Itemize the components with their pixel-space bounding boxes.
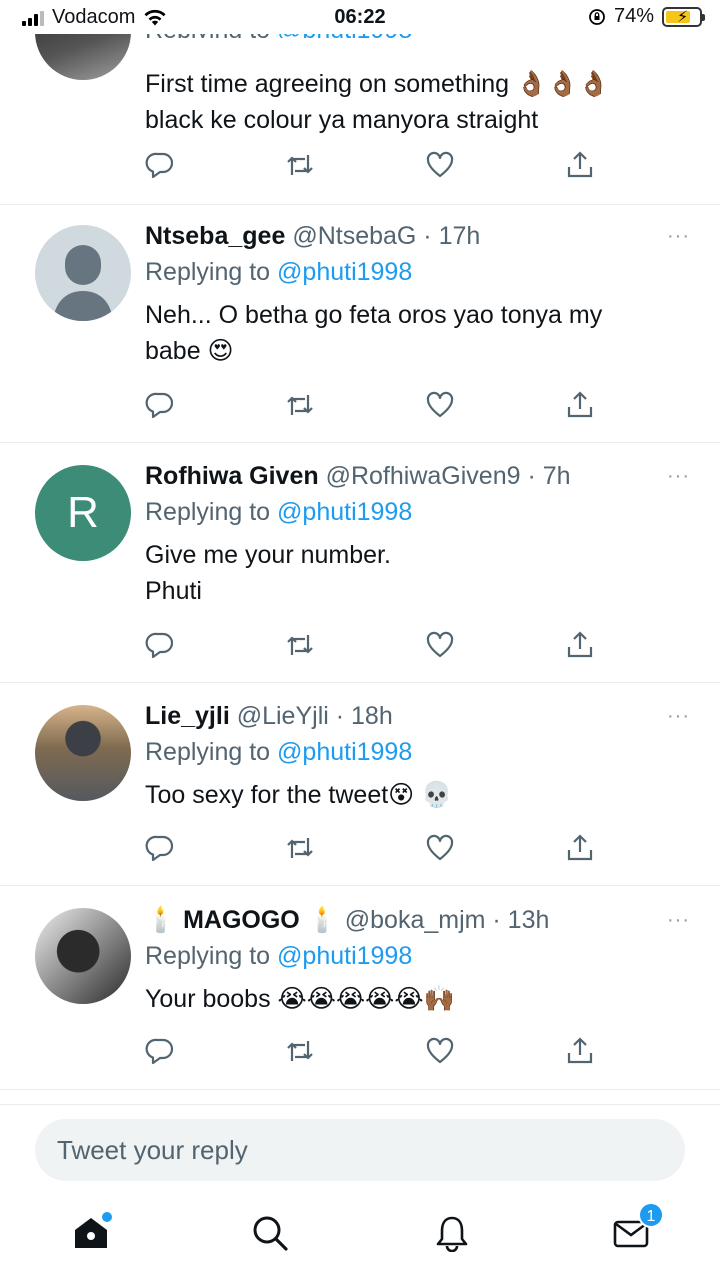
- replying-to: Replying to @phuti1998: [145, 258, 413, 286]
- user-handle[interactable]: @RofhiwaGiven9: [326, 462, 521, 490]
- battery-group: 74% ⚡: [588, 5, 705, 28]
- tweet-text-line: Phuti: [145, 577, 202, 605]
- divider: [0, 1104, 720, 1105]
- reply-icon[interactable]: [145, 630, 177, 662]
- tweet-text-line: black ke colour ya manyora straight: [145, 106, 539, 134]
- battery-percent: 74%: [613, 5, 654, 27]
- more-options-icon[interactable]: ···: [667, 459, 690, 493]
- user-handle[interactable]: @NtsebaG: [292, 222, 416, 250]
- tweet-reply[interactable]: Ntseba_gee @NtsebaG · 17h ··· Replying t…: [0, 205, 720, 443]
- share-icon[interactable]: [565, 1036, 597, 1068]
- bottom-tab-bar: 1: [0, 1200, 720, 1280]
- tweet-text-line: Your boobs 😭😭😭😭😭🙌🏾: [145, 985, 455, 1013]
- reply-icon[interactable]: [145, 150, 177, 182]
- tweet-header: Lie_yjli @LieYjli · 18h ···: [145, 699, 690, 733]
- unread-dot: [102, 1212, 112, 1222]
- reply-input[interactable]: [35, 1119, 685, 1181]
- tweet-text-line: First time agreeing on something 👌🏾👌🏾👌🏾: [145, 70, 610, 98]
- display-name[interactable]: Rofhiwa Given: [145, 462, 319, 490]
- tweet-reply[interactable]: 🕯️ MAGOGO 🕯️ @boka_mjm · 13h ··· Replyin…: [0, 886, 720, 1090]
- retweet-icon[interactable]: [285, 150, 317, 182]
- more-options-icon[interactable]: ···: [667, 903, 690, 937]
- envelope-icon[interactable]: 1: [612, 1202, 664, 1254]
- share-icon[interactable]: [565, 390, 597, 422]
- avatar[interactable]: R: [35, 465, 131, 561]
- share-icon[interactable]: [565, 630, 597, 662]
- heart-icon[interactable]: [425, 150, 457, 182]
- replying-to: Replying to @phuti1998: [145, 942, 413, 970]
- mention-link[interactable]: @phuti1998: [277, 738, 412, 766]
- heart-icon[interactable]: [425, 630, 457, 662]
- tweet-age: · 7h: [520, 462, 571, 490]
- reply-icon[interactable]: [145, 833, 177, 865]
- tweet-actions: [145, 630, 595, 662]
- tweet-text-line: Give me your number.: [145, 541, 391, 569]
- avatar[interactable]: [35, 908, 131, 1004]
- tweet-actions: [145, 390, 595, 422]
- tweet-text: Too sexy for the tweet😵 💀: [145, 777, 690, 813]
- avatar[interactable]: [35, 225, 131, 321]
- tweet-text: Your boobs 😭😭😭😭😭🙌🏾: [145, 981, 690, 1017]
- retweet-icon[interactable]: [285, 833, 317, 865]
- tweet-age: · 13h: [485, 906, 550, 934]
- share-icon[interactable]: [565, 833, 597, 865]
- tweet-actions: [145, 1036, 595, 1068]
- tweet-age: · 18h: [328, 702, 393, 730]
- heart-icon[interactable]: [425, 390, 457, 422]
- tweet-text-line: Neh... O betha go feta oros yao tonya my: [145, 301, 603, 329]
- charging-icon: ⚡: [677, 8, 689, 26]
- orientation-lock-icon: [589, 8, 605, 25]
- heart-icon[interactable]: [425, 1036, 457, 1068]
- avatar[interactable]: [35, 705, 131, 801]
- reply-icon[interactable]: [145, 1036, 177, 1068]
- tweet-reply[interactable]: R Rofhiwa Given @RofhiwaGiven9 · 7h ··· …: [0, 443, 720, 683]
- tweet-header: Rofhiwa Given @RofhiwaGiven9 · 7h ···: [145, 459, 690, 493]
- tweet-reply[interactable]: Lie_yjli @LieYjli · 18h ··· Replying to …: [0, 683, 720, 886]
- tweet-actions: [145, 150, 595, 182]
- user-handle[interactable]: @boka_mjm: [345, 906, 486, 934]
- messages-badge: 1: [638, 1202, 664, 1228]
- retweet-icon[interactable]: [285, 390, 317, 422]
- display-name[interactable]: Ntseba_gee: [145, 222, 285, 250]
- tweet-actions: [145, 833, 595, 865]
- bell-icon[interactable]: [433, 1214, 473, 1254]
- avatar-letter: R: [67, 488, 99, 537]
- retweet-icon[interactable]: [285, 630, 317, 662]
- mention-link[interactable]: @phuti1998: [277, 942, 412, 970]
- tweet-header: 🕯️ MAGOGO 🕯️ @boka_mjm · 13h ···: [145, 903, 690, 937]
- tweet-text: Give me your number. Phuti: [145, 537, 690, 609]
- user-handle[interactable]: @LieYjli: [237, 702, 329, 730]
- tweet-text: First time agreeing on something 👌🏾👌🏾👌🏾 …: [145, 66, 690, 138]
- tweet-text-line: babe 😍: [145, 337, 234, 365]
- retweet-icon[interactable]: [285, 1036, 317, 1068]
- tweet-header: Ntseba_gee @NtsebaG · 17h ···: [145, 219, 690, 253]
- heart-icon[interactable]: [425, 833, 457, 865]
- home-icon[interactable]: [72, 1212, 112, 1254]
- share-icon[interactable]: [565, 150, 597, 182]
- tweet-text: Neh... O betha go feta oros yao tonya my…: [145, 297, 690, 369]
- replying-to: Replying to @phuti1998: [145, 498, 413, 526]
- display-name[interactable]: Lie_yjli: [145, 702, 230, 730]
- more-options-icon[interactable]: ···: [667, 219, 690, 253]
- default-avatar-icon: [53, 245, 113, 321]
- reply-icon[interactable]: [145, 390, 177, 422]
- search-icon[interactable]: [251, 1214, 291, 1254]
- battery-icon: ⚡: [662, 6, 705, 27]
- reply-composer[interactable]: [35, 1119, 685, 1181]
- more-options-icon[interactable]: ···: [667, 699, 690, 733]
- tweet-age: · 17h: [416, 222, 481, 250]
- display-name[interactable]: 🕯️ MAGOGO 🕯️: [145, 906, 338, 934]
- mention-link[interactable]: @phuti1998: [277, 498, 412, 526]
- mention-link[interactable]: @phuti1998: [277, 258, 412, 286]
- replying-to: Replying to @phuti1998: [145, 738, 413, 766]
- tweet-text-line: Too sexy for the tweet😵 💀: [145, 781, 453, 809]
- status-bar: Vodacom 06:22 74% ⚡: [0, 0, 720, 34]
